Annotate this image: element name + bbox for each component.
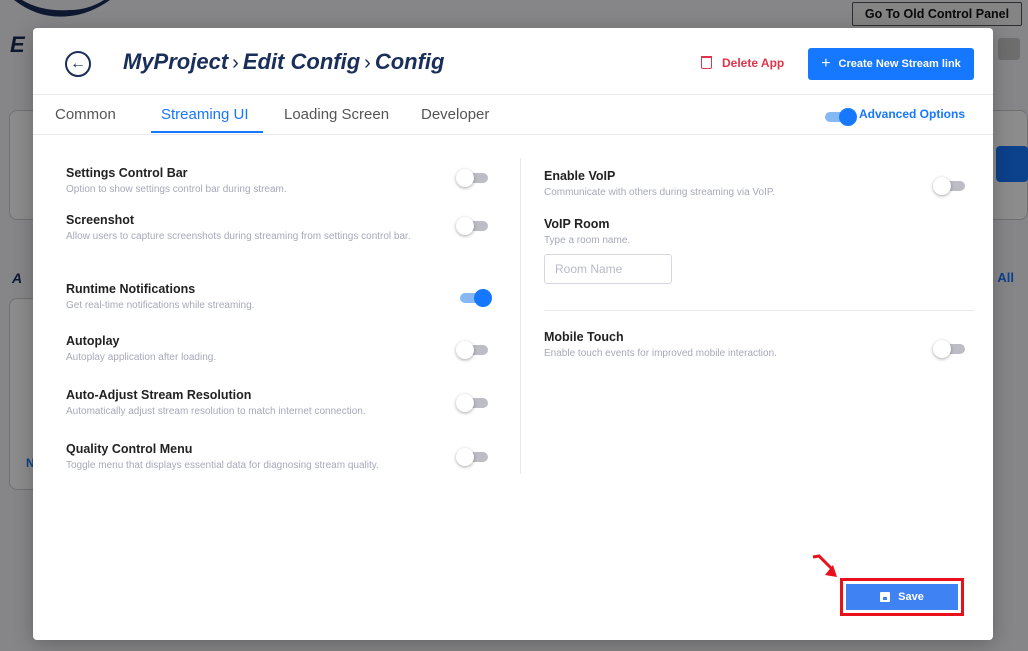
breadcrumb-separator: ›: [232, 52, 239, 74]
breadcrumb-config: Config: [374, 49, 445, 74]
enable-voip-toggle[interactable]: [933, 177, 965, 195]
setting-description: Communicate with others during streaming…: [544, 187, 776, 198]
setting-autoplay: Autoplay Autoplay application after load…: [66, 334, 446, 366]
breadcrumb-project[interactable]: MyProject: [123, 49, 228, 74]
tab-streaming-ui[interactable]: Streaming UI: [161, 106, 249, 123]
setting-label: VoIP Room: [544, 217, 610, 231]
back-arrow-icon[interactable]: ←: [65, 51, 91, 77]
setting-description: Automatically adjust stream resolution t…: [66, 406, 366, 417]
page-title: MyProject › Edit Config › Config: [123, 49, 444, 75]
section-divider: [544, 310, 974, 311]
autoplay-toggle[interactable]: [456, 341, 488, 359]
setting-label: Auto-Adjust Stream Resolution: [66, 388, 252, 402]
setting-label: Mobile Touch: [544, 330, 624, 344]
save-button-highlight: Save: [840, 578, 964, 616]
create-stream-link-label: Create New Stream link: [838, 58, 961, 70]
runtime-notifications-toggle[interactable]: [460, 289, 492, 307]
active-tab-indicator: [151, 131, 263, 133]
screenshot-toggle[interactable]: [456, 217, 488, 235]
advanced-options-label: Advanced Options: [859, 107, 966, 121]
setting-voip-room: VoIP Room Type a room name.: [544, 217, 864, 249]
auto-adjust-resolution-toggle[interactable]: [456, 394, 488, 412]
setting-label: Autoplay: [66, 334, 120, 348]
save-icon: [880, 592, 891, 602]
setting-label: Enable VoIP: [544, 169, 616, 183]
setting-auto-adjust-resolution: Auto-Adjust Stream Resolution Automatica…: [66, 388, 446, 420]
quality-control-menu-toggle[interactable]: [456, 448, 488, 466]
advanced-options-toggle[interactable]: [825, 108, 857, 126]
voip-room-input[interactable]: [544, 254, 672, 284]
setting-enable-voip: Enable VoIP Communicate with others duri…: [544, 169, 864, 201]
plus-icon: +: [821, 55, 831, 72]
save-button[interactable]: Save: [846, 584, 958, 610]
setting-screenshot: Screenshot Allow users to capture screen…: [66, 213, 446, 245]
mobile-touch-toggle[interactable]: [933, 340, 965, 358]
trash-icon: [701, 56, 712, 69]
tab-bar: Common Streaming UI Loading Screen Devel…: [33, 94, 993, 135]
setting-mobile-touch: Mobile Touch Enable touch events for imp…: [544, 330, 864, 362]
setting-description: Get real-time notifications while stream…: [66, 300, 255, 311]
setting-settings-control-bar: Settings Control Bar Option to show sett…: [66, 166, 446, 198]
delete-app-button[interactable]: Delete App: [701, 56, 784, 70]
setting-description: Autoplay application after loading.: [66, 352, 217, 363]
setting-label: Runtime Notifications: [66, 282, 196, 296]
create-stream-link-button[interactable]: + Create New Stream link: [808, 48, 974, 80]
tab-loading-screen[interactable]: Loading Screen: [284, 106, 389, 123]
setting-runtime-notifications: Runtime Notifications Get real-time noti…: [66, 282, 446, 314]
setting-label: Quality Control Menu: [66, 442, 193, 456]
setting-description: Toggle menu that displays essential data…: [66, 460, 379, 471]
setting-description: Option to show settings control bar duri…: [66, 184, 287, 195]
setting-quality-control-menu: Quality Control Menu Toggle menu that di…: [66, 442, 446, 474]
modal-header: ← MyProject › Edit Config › Config Delete Ap…: [33, 28, 993, 95]
tab-developer[interactable]: Developer: [421, 106, 489, 123]
tab-common[interactable]: Common: [55, 106, 116, 123]
setting-label: Screenshot: [66, 213, 135, 227]
setting-description: Enable touch events for improved mobile …: [544, 348, 777, 359]
column-divider: [520, 158, 521, 474]
setting-description: Type a room name.: [544, 235, 631, 246]
settings-control-bar-toggle[interactable]: [456, 169, 488, 187]
breadcrumb-edit-config[interactable]: Edit Config: [243, 49, 360, 74]
save-label: Save: [898, 591, 924, 603]
delete-app-label: Delete App: [722, 56, 785, 70]
breadcrumb-separator: ›: [364, 52, 371, 74]
edit-config-modal: ← MyProject › Edit Config › Config Delete Ap…: [33, 28, 993, 640]
setting-label: Settings Control Bar: [66, 166, 188, 180]
setting-description: Allow users to capture screenshots durin…: [66, 231, 411, 242]
